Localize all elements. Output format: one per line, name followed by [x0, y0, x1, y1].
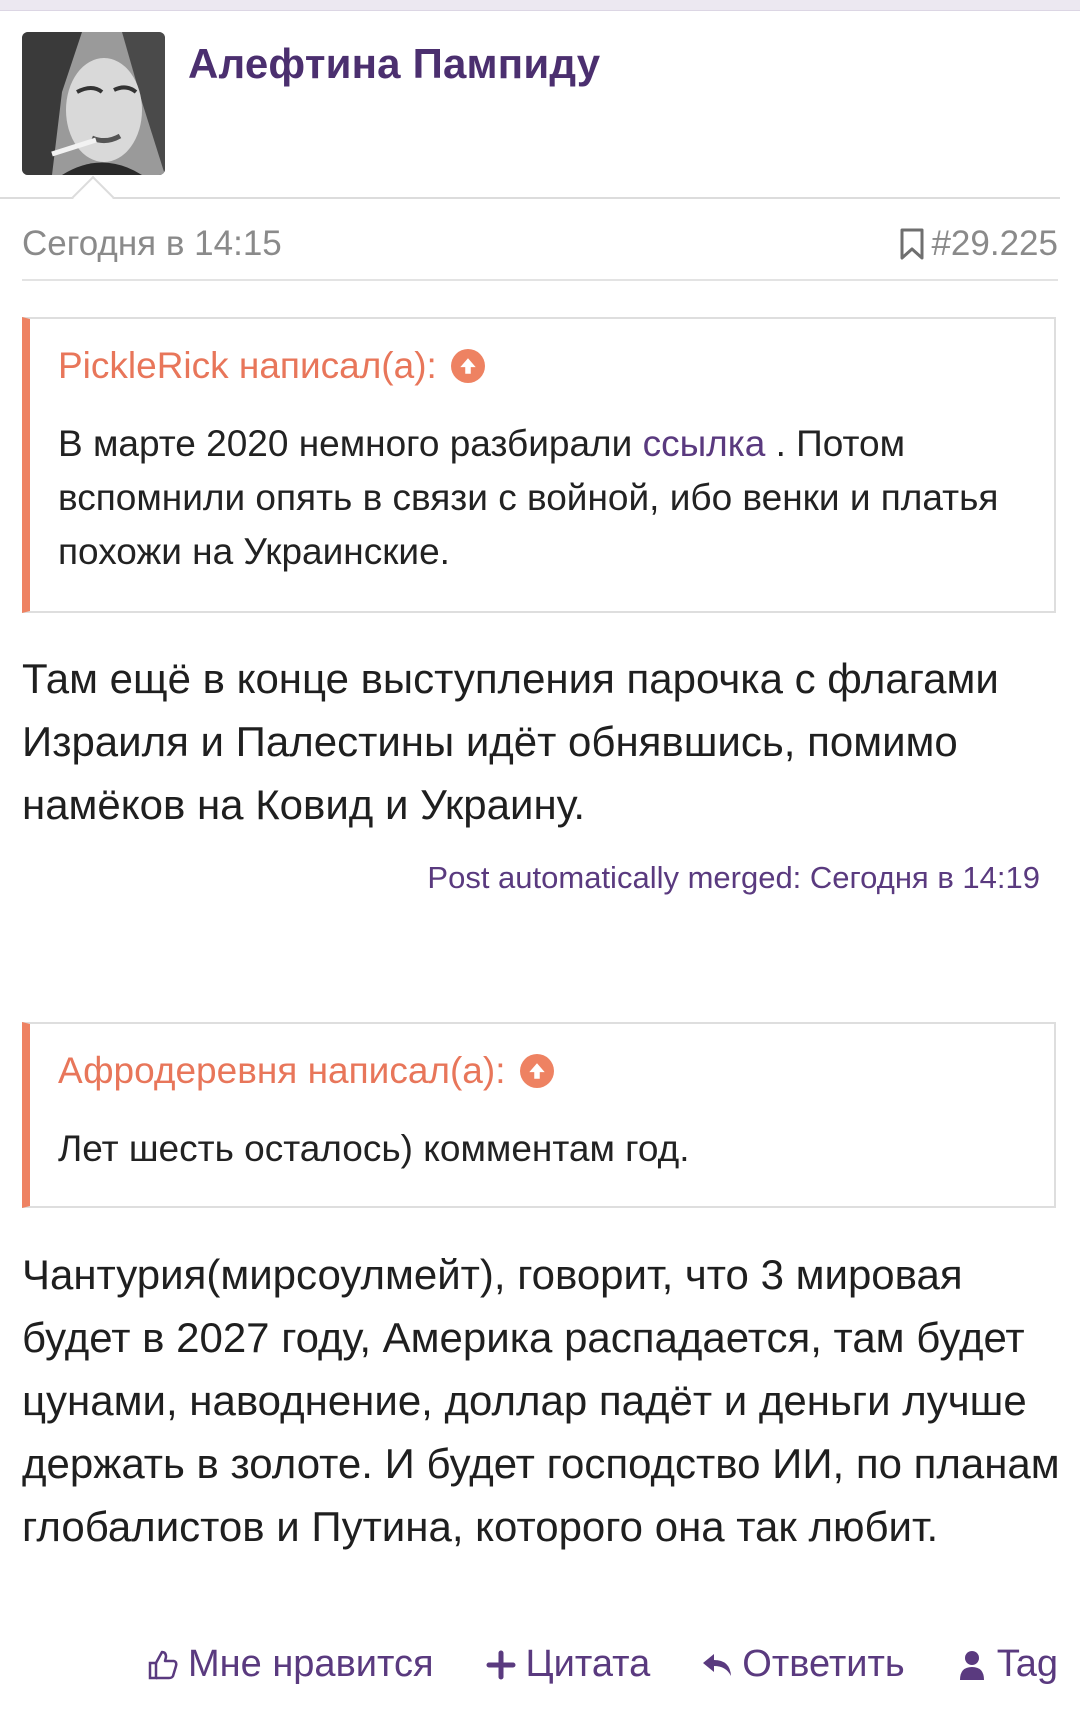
post-number-link[interactable]: #29.225: [899, 224, 1058, 264]
meta-divider: [22, 279, 1058, 281]
post-number: #29.225: [931, 224, 1058, 263]
quote-text: Лет шесть осталось) комментам год.: [58, 1128, 690, 1169]
tag-label: Tag: [996, 1643, 1058, 1685]
top-strip: [0, 0, 1080, 11]
post-actions: Мне нравится Цитата Ответить Tag: [0, 1643, 1058, 1686]
jump-to-quote-icon[interactable]: [519, 1054, 554, 1088]
reply-button[interactable]: Ответить: [700, 1643, 905, 1686]
quote-header[interactable]: Афродеревня написал(а):: [58, 1050, 1026, 1092]
avatar-pointer-caret: [71, 175, 115, 219]
quote-header[interactable]: PickleRick написал(а):: [58, 345, 1026, 387]
quote-text-part: В марте 2020 немного разбирали: [58, 423, 633, 464]
quote-block-afroderevnya: Афродеревня написал(а): Лет шесть остало…: [22, 1022, 1056, 1208]
message-text: Чантурия(мирсоулмейт), говорит, что 3 ми…: [22, 1251, 1060, 1550]
header-divider: [0, 197, 1060, 199]
tag-button[interactable]: Tag: [955, 1643, 1058, 1686]
like-label: Мне нравится: [187, 1643, 434, 1685]
user-icon: [959, 1650, 984, 1680]
author-avatar[interactable]: [22, 32, 165, 175]
merged-note: Post automatically merged: Сегодня в 14:…: [427, 860, 1040, 895]
quote-label: Цитата: [525, 1643, 651, 1685]
author-name[interactable]: Алефтина Пампиду: [188, 40, 600, 88]
reply-arrow-icon: [703, 1653, 732, 1676]
quote-author[interactable]: PickleRick написал(а):: [58, 345, 437, 387]
message-text: Там ещё в конце выступления парочка с фл…: [22, 655, 999, 828]
plus-icon: [486, 1650, 516, 1679]
quote-author[interactable]: Афродеревня написал(а):: [58, 1050, 506, 1092]
quote-link[interactable]: ссылка: [643, 423, 766, 464]
quote-text: В марте 2020 немного разбирали ссылка . …: [58, 417, 1026, 579]
bookmark-icon[interactable]: [899, 227, 925, 261]
jump-to-quote-icon[interactable]: [450, 349, 485, 383]
avatar-portrait-image: [22, 32, 165, 175]
quote-button[interactable]: Цитата: [484, 1643, 651, 1686]
post-date[interactable]: Сегодня в 14:15: [22, 224, 282, 264]
thumbs-up-icon: [148, 1650, 178, 1679]
quote-block-picklerick: PickleRick написал(а): В марте 2020 немн…: [22, 317, 1056, 613]
reply-label: Ответить: [742, 1643, 905, 1685]
like-button[interactable]: Мне нравится: [146, 1643, 434, 1686]
